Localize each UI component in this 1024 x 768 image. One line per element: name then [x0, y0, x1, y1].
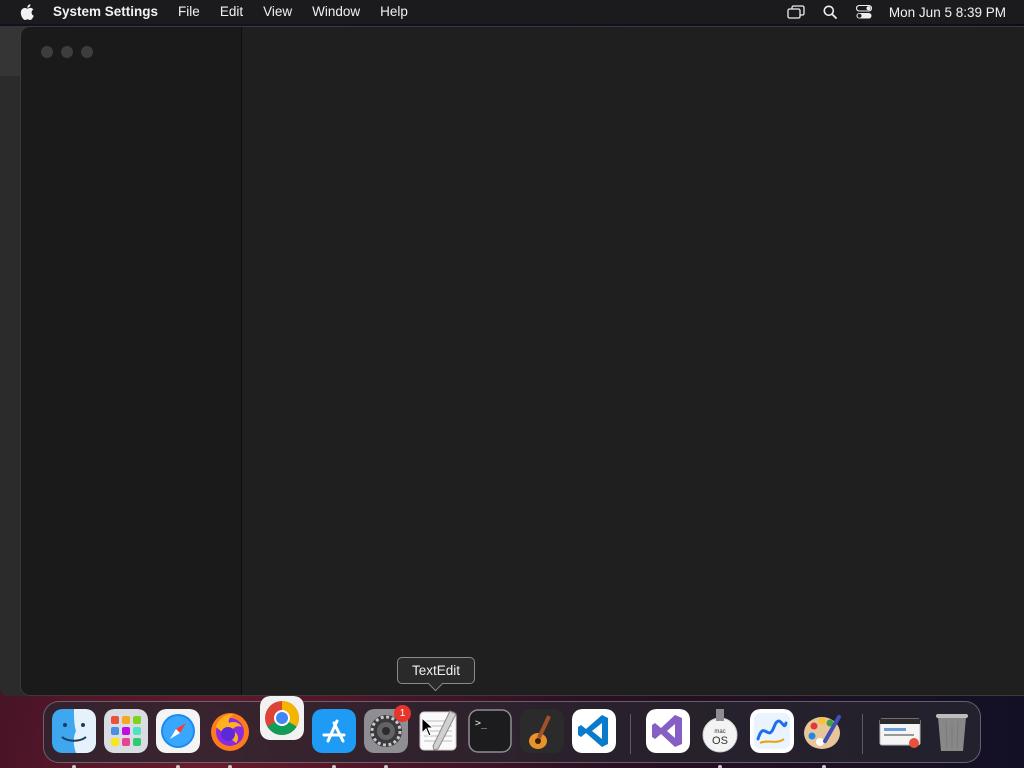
dock-app-terminal[interactable]: >_	[468, 709, 512, 753]
macos-installer-icon: macOS	[702, 709, 738, 753]
trash-icon	[936, 714, 968, 751]
launchpad-icon	[104, 709, 148, 753]
minimize-window-button[interactable]	[61, 46, 73, 58]
paint-palette-icon	[804, 714, 841, 749]
dock-app-trash[interactable]	[930, 709, 974, 753]
svg-text:>_: >_	[475, 718, 488, 729]
dock-app-safari[interactable]	[156, 709, 200, 768]
zoom-window-button[interactable]	[81, 46, 93, 58]
vscode-icon	[572, 709, 616, 753]
dock-app-chrome[interactable]	[260, 696, 304, 740]
app-store-icon	[312, 709, 356, 753]
close-window-button[interactable]	[41, 46, 53, 58]
dock-stack-downloads[interactable]	[878, 709, 922, 753]
downloads-stack-icon	[879, 718, 921, 748]
dock-app-garageband[interactable]	[520, 709, 564, 753]
app-menu-system-settings[interactable]: System Settings	[48, 0, 168, 24]
window-controls	[41, 46, 93, 58]
menu-view[interactable]: View	[253, 0, 302, 24]
dock-tooltip: TextEdit	[397, 657, 475, 684]
svg-text:OS: OS	[712, 735, 728, 747]
screen-mirroring-icon[interactable]	[779, 0, 813, 24]
system-settings-window	[20, 26, 1024, 696]
finder-icon	[52, 709, 96, 753]
dock: 1 >_ mac OS	[43, 696, 981, 768]
menu-edit[interactable]: Edit	[210, 0, 253, 24]
firefox-icon	[211, 713, 249, 751]
dock-app-visual-studio[interactable]	[646, 709, 690, 753]
visual-studio-icon	[646, 709, 690, 753]
menu-help[interactable]: Help	[370, 0, 418, 24]
menu-window[interactable]: Window	[302, 0, 370, 24]
dock-app-app-store[interactable]	[312, 709, 356, 768]
dock-app-freeform[interactable]	[750, 709, 794, 753]
settings-sidebar	[21, 27, 242, 695]
mouse-pointer-icon	[421, 717, 435, 737]
menu-file[interactable]: File	[168, 0, 210, 24]
menubar-clock[interactable]: Mon Jun 5 8:39 PM	[881, 5, 1024, 20]
garageband-icon	[520, 709, 564, 753]
settings-content-pane	[243, 27, 1024, 695]
search-icon[interactable]	[813, 0, 847, 24]
notification-badge: 1	[394, 705, 411, 722]
control-center-icon[interactable]	[847, 0, 881, 24]
dock-app-launchpad[interactable]	[104, 709, 148, 753]
dock-app-vscode[interactable]	[572, 709, 616, 753]
dock-app-firefox[interactable]	[208, 709, 252, 768]
terminal-icon: >_	[468, 709, 512, 753]
dock-app-paintbrush[interactable]	[802, 709, 846, 768]
chrome-icon	[260, 696, 304, 740]
dock-app-macos-installer[interactable]: mac OS	[698, 709, 742, 768]
safari-icon	[156, 709, 200, 753]
dock-app-system-settings[interactable]: 1	[364, 705, 411, 768]
menu-bar: System Settings File Edit View Window He…	[0, 0, 1024, 24]
freeform-icon	[750, 709, 794, 753]
dock-separator	[862, 714, 863, 754]
dock-separator	[630, 714, 631, 754]
dock-app-finder[interactable]	[52, 709, 96, 768]
apple-menu-icon[interactable]	[16, 0, 38, 24]
